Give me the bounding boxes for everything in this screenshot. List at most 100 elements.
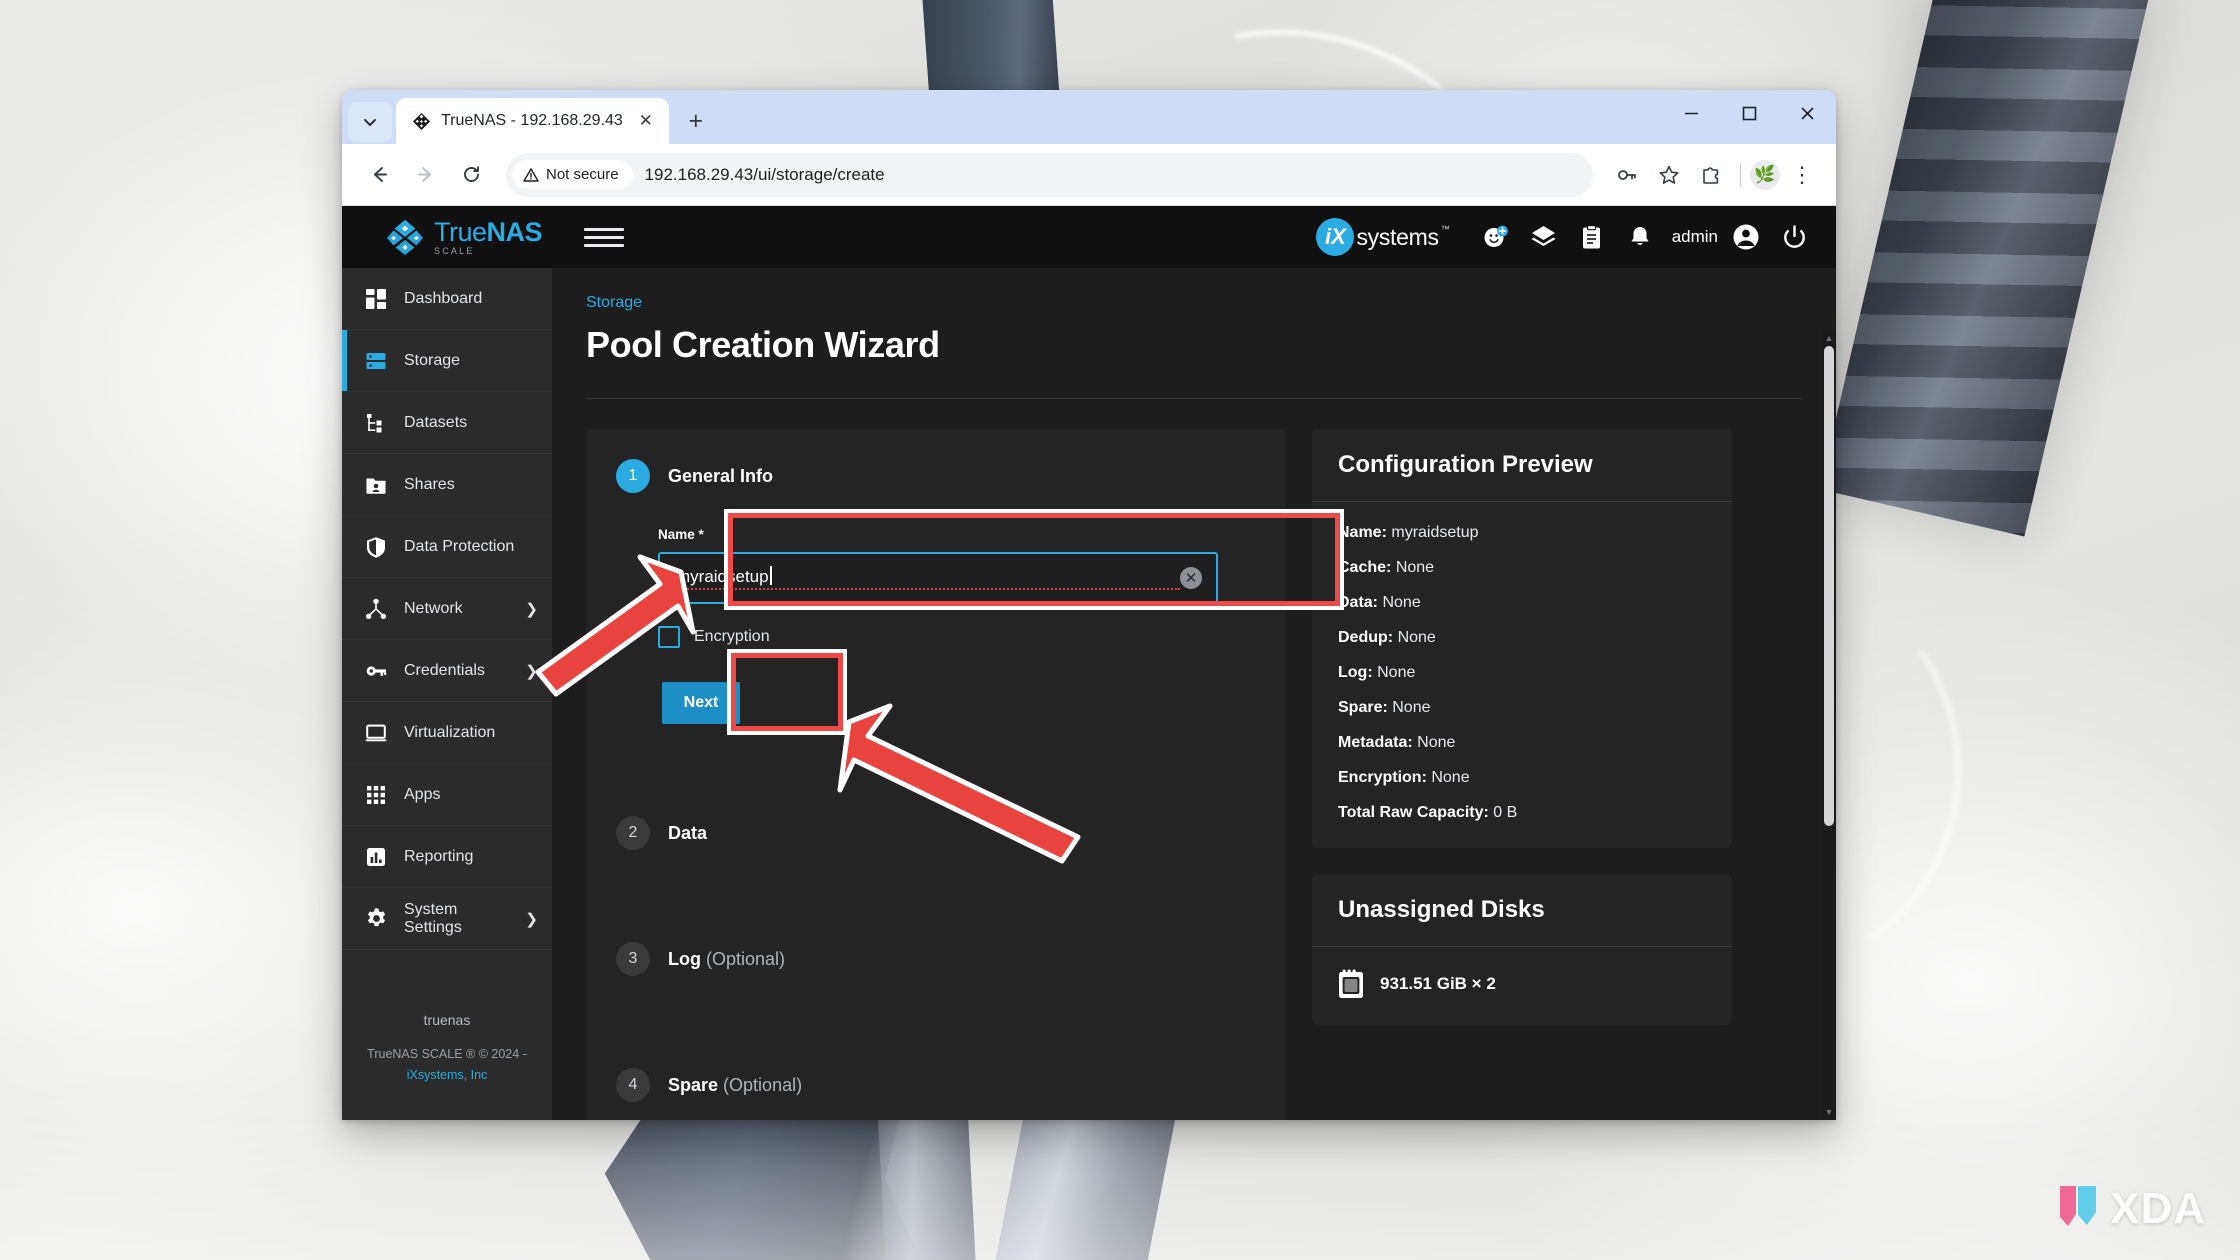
step-title: Data bbox=[668, 823, 707, 843]
browser-menu-icon[interactable]: ⋮ bbox=[1782, 155, 1822, 195]
sidebar-item-apps[interactable]: Apps bbox=[342, 764, 552, 826]
topbar-actions: iX systems ™ bbox=[1316, 218, 1836, 256]
address-bar-url[interactable]: 192.168.29.43/ui/storage/create bbox=[645, 165, 885, 185]
config-value: None bbox=[1431, 769, 1469, 786]
profile-avatar[interactable]: 🌿 bbox=[1750, 160, 1780, 190]
sidebar-item-dashboard[interactable]: Dashboard bbox=[342, 268, 552, 330]
brand-suffix: NAS bbox=[487, 217, 543, 247]
truenas-brand[interactable]: TrueNAS SCALE bbox=[342, 218, 552, 256]
chevron-right-icon[interactable]: ❯ bbox=[525, 600, 538, 618]
bell-icon[interactable] bbox=[1624, 221, 1656, 253]
scroll-down-arrow-icon[interactable]: ▼ bbox=[1825, 1104, 1834, 1120]
reload-button[interactable] bbox=[450, 154, 492, 196]
sidebar-item-shares[interactable]: Shares bbox=[342, 454, 552, 516]
pool-name-text: myraidsetup bbox=[676, 567, 769, 586]
config-key: Spare: bbox=[1338, 699, 1388, 716]
brand-name: TrueNAS bbox=[434, 219, 542, 246]
encryption-checkbox[interactable] bbox=[658, 626, 680, 648]
ixsystems-badge: iX bbox=[1316, 218, 1354, 256]
disk-list-item[interactable]: 931.51 GiB × 2 bbox=[1338, 969, 1706, 999]
sidebar-item-label: Dashboard bbox=[404, 290, 538, 308]
sidebar-item-label: Storage bbox=[404, 352, 538, 370]
sidebar-item-data-protection[interactable]: Data Protection bbox=[342, 516, 552, 578]
sidebar-item-network[interactable]: Network ❯ bbox=[342, 578, 552, 640]
step-label: Spare (Optional) bbox=[668, 1075, 802, 1096]
brand-prefix: True bbox=[434, 217, 487, 247]
chevron-right-icon[interactable]: ❯ bbox=[525, 662, 538, 680]
tab-search-button[interactable] bbox=[348, 102, 392, 142]
sidebar-item-reporting[interactable]: Reporting bbox=[342, 826, 552, 888]
config-row: Spare: None bbox=[1338, 699, 1706, 717]
config-value: None bbox=[1396, 559, 1434, 576]
ixsystems-wordmark: systems bbox=[1356, 224, 1438, 251]
wizard-step-spare[interactable]: 4 Spare (Optional) bbox=[616, 1068, 1256, 1102]
clear-input-icon[interactable]: ✕ bbox=[1180, 567, 1202, 589]
sidebar-item-datasets[interactable]: Datasets bbox=[342, 392, 552, 454]
breadcrumb[interactable]: Storage bbox=[586, 294, 1802, 312]
step-number: 3 bbox=[616, 942, 650, 976]
back-button[interactable] bbox=[358, 154, 400, 196]
network-icon bbox=[364, 597, 388, 621]
address-bar[interactable]: Not secure 192.168.29.43/ui/storage/crea… bbox=[506, 153, 1593, 197]
close-window-icon[interactable] bbox=[1778, 90, 1836, 136]
text-caret bbox=[770, 566, 772, 585]
sidebar-item-system-settings[interactable]: System Settings ❯ bbox=[342, 888, 552, 950]
bookmark-star-icon[interactable] bbox=[1649, 155, 1689, 195]
unassigned-disks-title: Unassigned Disks bbox=[1312, 874, 1732, 947]
security-status-label: Not secure bbox=[546, 166, 619, 183]
key-icon bbox=[364, 659, 388, 683]
step-optional: (Optional) bbox=[706, 949, 785, 969]
page-viewport: TrueNAS SCALE iX systems ™ bbox=[342, 206, 1836, 1120]
wallpaper-blade-right bbox=[1820, 0, 2151, 536]
sidebar-item-credentials[interactable]: Credentials ❯ bbox=[342, 640, 552, 702]
clipboard-icon[interactable] bbox=[1576, 221, 1608, 253]
ixsystems-trademark: ™ bbox=[1441, 224, 1450, 234]
ixsystems-link[interactable]: iXsystems, Inc bbox=[407, 1068, 488, 1082]
browser-tab[interactable]: TrueNAS - 192.168.29.43 ✕ bbox=[396, 98, 669, 144]
scroll-up-arrow-icon[interactable]: ▲ bbox=[1825, 330, 1834, 346]
config-key: Metadata: bbox=[1338, 734, 1413, 751]
hamburger-icon[interactable] bbox=[584, 217, 624, 257]
right-rail: Configuration Preview Name: myraidsetup … bbox=[1312, 429, 1732, 1120]
maximize-icon[interactable] bbox=[1720, 90, 1778, 136]
config-row: Total Raw Capacity: 0 B bbox=[1338, 804, 1706, 822]
apps-grid-icon bbox=[364, 783, 388, 807]
chevron-right-icon[interactable]: ❯ bbox=[525, 910, 538, 928]
apps-layers-icon[interactable] bbox=[1528, 221, 1560, 253]
browser-tab-strip: TrueNAS - 192.168.29.43 ✕ + bbox=[342, 90, 1836, 144]
extensions-puzzle-icon[interactable] bbox=[1691, 155, 1731, 195]
step-optional: (Optional) bbox=[723, 1075, 802, 1095]
hostname-label: truenas bbox=[352, 1012, 542, 1028]
account-circle-icon[interactable] bbox=[1730, 221, 1762, 253]
xda-watermark: XDA bbox=[2056, 1184, 2206, 1234]
power-icon[interactable] bbox=[1778, 221, 1810, 253]
encryption-checkbox-row[interactable]: Encryption bbox=[658, 626, 1256, 648]
add-user-icon[interactable] bbox=[1480, 221, 1512, 253]
key-icon[interactable] bbox=[1607, 155, 1647, 195]
security-status-chip[interactable]: Not secure bbox=[512, 160, 633, 189]
forward-button[interactable] bbox=[404, 154, 446, 196]
config-row: Encryption: None bbox=[1338, 769, 1706, 787]
sidebar-item-label: Datasets bbox=[404, 414, 538, 432]
new-tab-button[interactable]: + bbox=[677, 102, 715, 140]
close-icon[interactable]: ✕ bbox=[633, 108, 659, 134]
config-row: Dedup: None bbox=[1338, 629, 1706, 647]
page-scrollbar[interactable]: ▲ ▼ bbox=[1822, 330, 1836, 1120]
datasets-icon bbox=[364, 411, 388, 435]
sidebar-item-virtualization[interactable]: Virtualization bbox=[342, 702, 552, 764]
sidebar-item-storage[interactable]: Storage bbox=[342, 330, 552, 392]
wizard-step-data[interactable]: 2 Data bbox=[616, 816, 1256, 850]
pool-name-input[interactable]: myraidsetup ✕ bbox=[658, 552, 1218, 604]
minimize-icon[interactable] bbox=[1662, 90, 1720, 136]
wizard-step-general-info[interactable]: 1 General Info bbox=[616, 459, 1256, 493]
step-label: Data bbox=[668, 823, 707, 844]
window-controls bbox=[1662, 90, 1836, 136]
config-value: None bbox=[1398, 629, 1436, 646]
scrollbar-thumb[interactable] bbox=[1824, 346, 1834, 826]
next-button[interactable]: Next bbox=[662, 682, 740, 724]
scrollbar-track[interactable] bbox=[1822, 346, 1836, 1104]
shares-icon bbox=[364, 473, 388, 497]
pool-name-field: Name * myraidsetup ✕ bbox=[658, 527, 1218, 604]
wizard-step-log[interactable]: 3 Log (Optional) bbox=[616, 942, 1256, 976]
step-title: Spare bbox=[668, 1075, 718, 1095]
